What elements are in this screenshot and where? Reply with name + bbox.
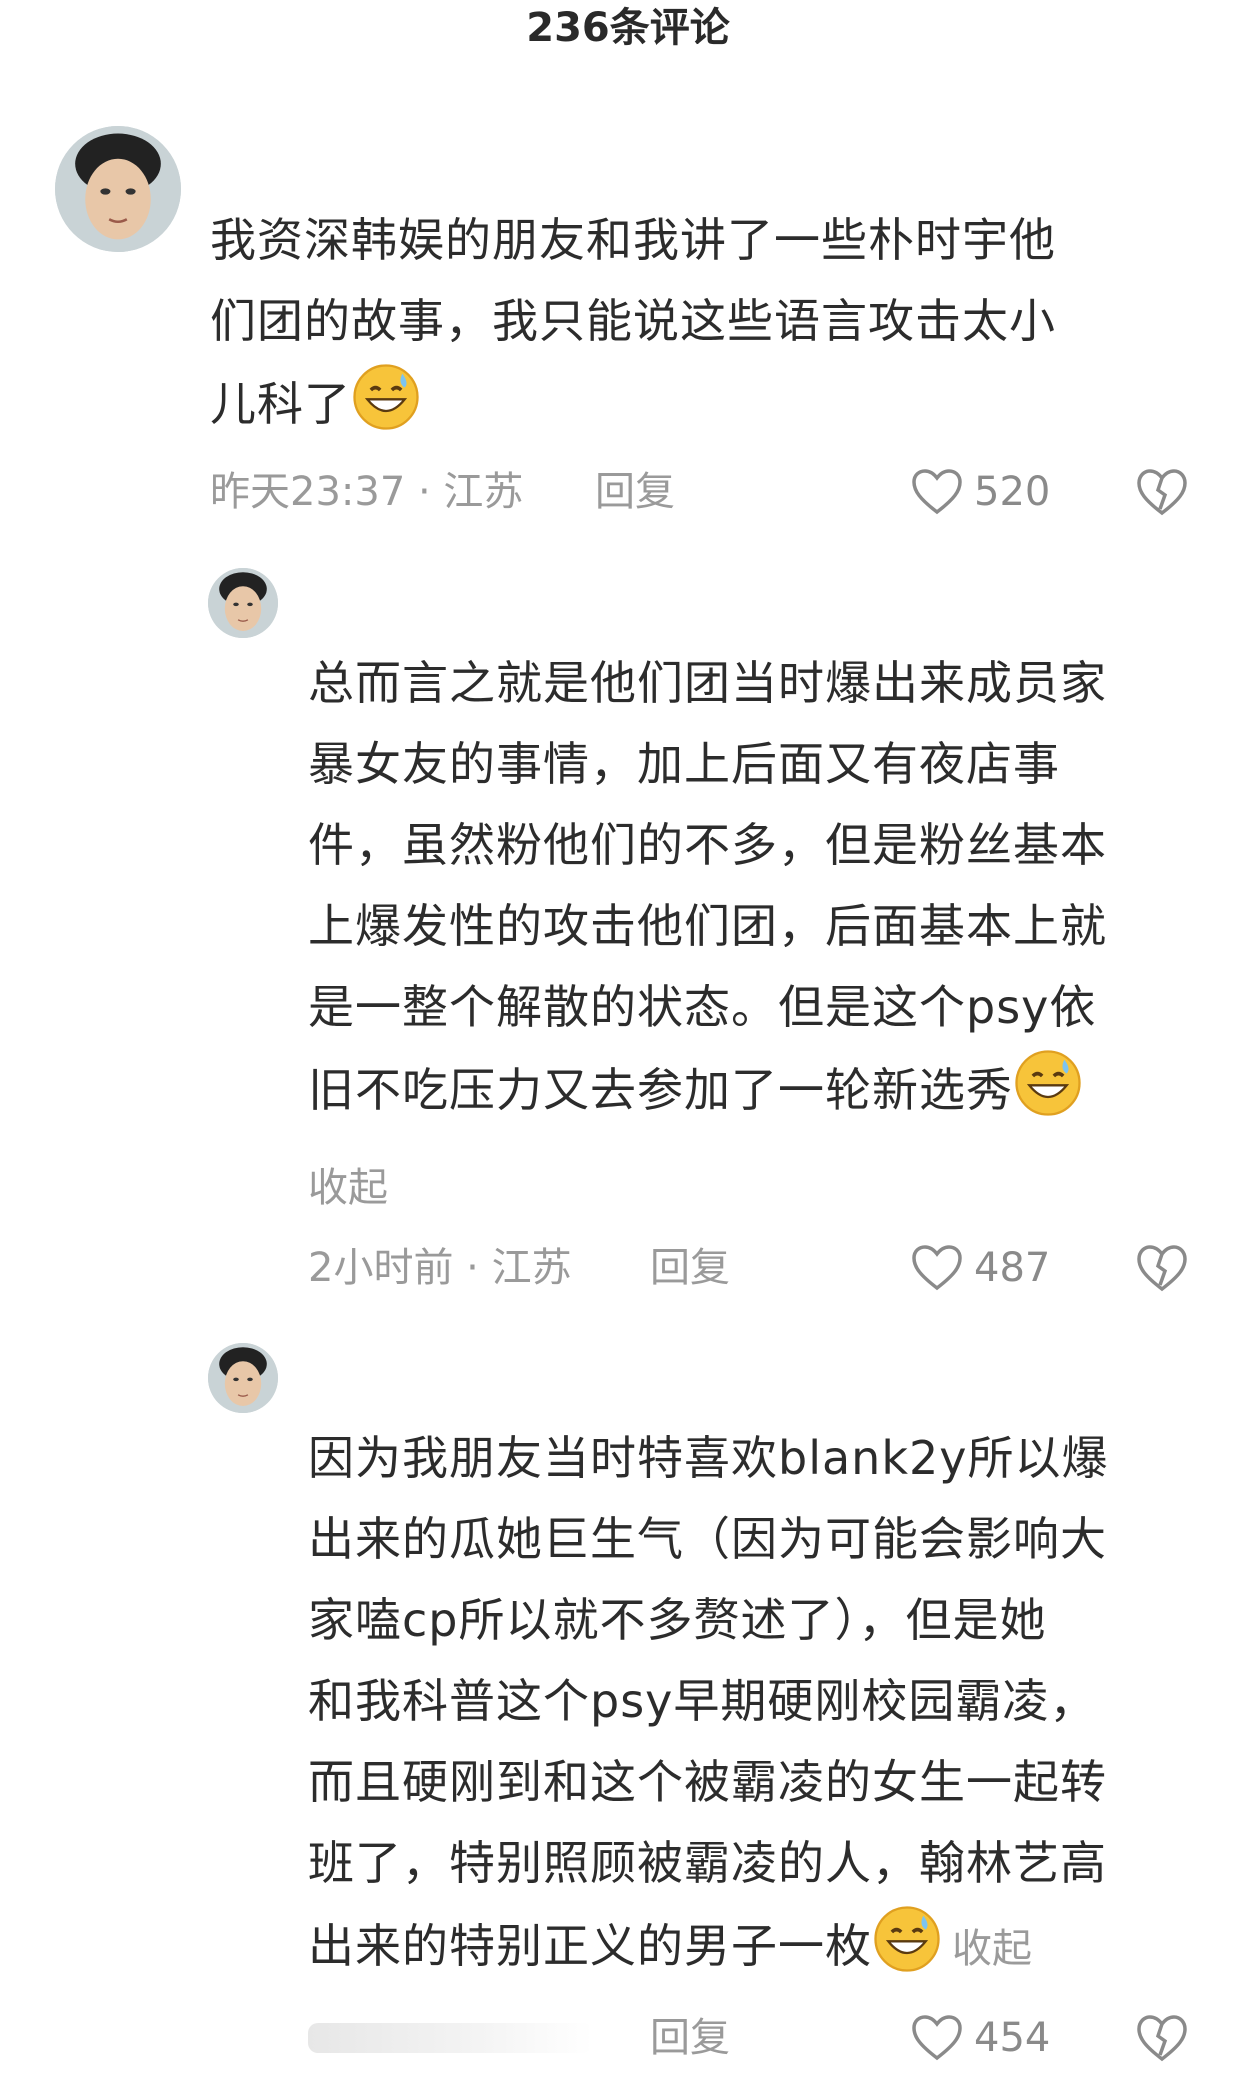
comment-line: 旧不吃压力又去参加了一轮新选秀 (308, 1063, 1013, 1117)
comment-line: 我资深韩娱的朋友和我讲了一些朴时宇他 (210, 213, 1056, 267)
time-location: 昨天23:37 · 江苏 (210, 469, 524, 515)
comment-line: 而且硬刚到和这个被霸凌的女生一起转 (308, 1755, 1107, 1809)
like-button[interactable]: 454 (910, 2008, 1050, 2068)
collapse-button[interactable]: 收起 (308, 1155, 388, 1213)
like-count: 487 (974, 1245, 1051, 1291)
comment-line: 们团的故事，我只能说这些语言攻击太小 (210, 294, 1056, 348)
comment-meta: 昨天23:37 · 江苏 回复 520 (210, 462, 1210, 522)
comment-line-with-emoji: 旧不吃压力又去参加了一轮新选秀 (308, 1048, 1208, 1131)
comment-line: 件，虽然粉他们的不多，但是粉丝基本 (308, 818, 1107, 872)
comment-line: 儿科了 (210, 377, 351, 431)
broken-heart-icon (1137, 1245, 1187, 1292)
comment-text: 我资深韩娱的朋友和我讲了一些朴时宇他 们团的故事，我只能说这些语言攻击太小 儿科… (210, 200, 1210, 445)
comment-text: 总而言之就是他们团当时爆出来成员家 暴女友的事情，加上后面又有夜店事 件，虽然粉… (308, 643, 1208, 1131)
comment-line-with-emoji: 出来的特别正义的男子一枚 收起 (308, 1904, 1218, 1990)
grinning-sweat-emoji (351, 362, 421, 432)
comment-line-with-emoji: 儿科了 (210, 362, 1210, 445)
grinning-sweat-emoji (1013, 1048, 1083, 1118)
avatar[interactable] (208, 1343, 278, 1413)
collapse-button[interactable]: 收起 (952, 1926, 1032, 1972)
comment-line: 出来的瓜她巨生气（因为可能会影响大 (308, 1512, 1107, 1566)
dislike-button[interactable] (1135, 462, 1189, 522)
like-button[interactable]: 487 (910, 1238, 1050, 1298)
comment-meta: 回复 454 (308, 2008, 1208, 2068)
comment-text: 因为我朋友当时特喜欢blank2y所以爆 出来的瓜她巨生气（因为可能会影响大 家… (308, 1418, 1218, 1990)
broken-heart-icon (1137, 469, 1187, 516)
comment-line: 总而言之就是他们团当时爆出来成员家 (308, 656, 1107, 710)
avatar[interactable] (55, 126, 181, 252)
comment-line: 暴女友的事情，加上后面又有夜店事 (308, 737, 1060, 791)
time-location: 2小时前 · 江苏 (308, 1245, 572, 1291)
reply-button[interactable]: 回复 (595, 462, 675, 522)
comment-line: 是一整个解散的状态。但是这个psy依 (308, 980, 1097, 1034)
comment-line: 上爆发性的攻击他们团，后面基本上就 (308, 899, 1107, 953)
reply-button[interactable]: 回复 (650, 1238, 730, 1298)
grinning-sweat-emoji (872, 1904, 942, 1974)
comment-line: 出来的特别正义的男子一枚 (308, 1919, 872, 1973)
broken-heart-icon (1137, 2015, 1187, 2062)
like-count: 520 (974, 469, 1051, 515)
comment-line: 班了，特别照顾被霸凌的人，翰林艺高 (308, 1836, 1107, 1890)
reply-button[interactable]: 回复 (650, 2008, 730, 2068)
comment-line: 因为我朋友当时特喜欢blank2y所以爆 (308, 1431, 1109, 1485)
comment-meta: 2小时前 · 江苏 回复 487 (308, 1238, 1208, 1298)
avatar[interactable] (208, 568, 278, 638)
comment-line: 和我科普这个psy早期硬刚校园霸凌， (308, 1674, 1097, 1728)
heart-outline-icon (912, 1245, 962, 1291)
dislike-button[interactable] (1135, 1238, 1189, 1298)
heart-outline-icon (912, 2015, 962, 2061)
heart-outline-icon (912, 469, 962, 515)
like-count: 454 (974, 2015, 1051, 2061)
blurred-time-location (308, 2023, 593, 2053)
comments-count-title: 236条评论 (526, 5, 730, 51)
comment-line: 家嗑cp所以就不多赘述了），但是她 (308, 1593, 1047, 1647)
like-button[interactable]: 520 (910, 462, 1050, 522)
dislike-button[interactable] (1135, 2008, 1189, 2068)
